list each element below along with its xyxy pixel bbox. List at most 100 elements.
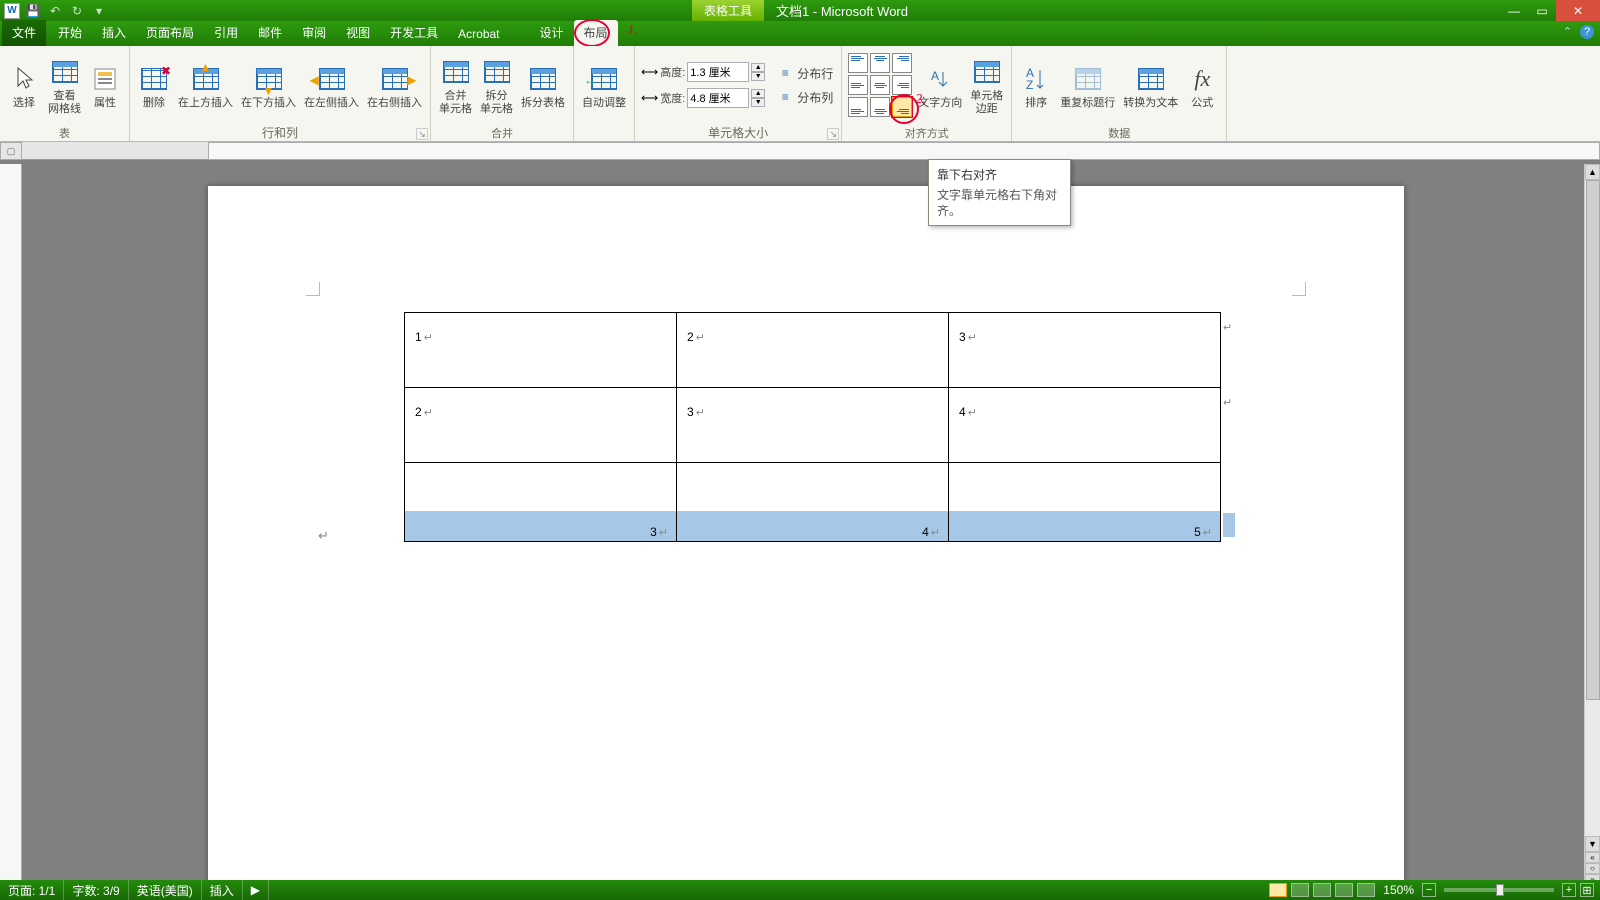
height-input[interactable] [687, 62, 749, 82]
collapse-ribbon-icon[interactable]: ⌃ [1563, 25, 1572, 39]
convert-to-text-button[interactable]: 转换为文本 [1119, 59, 1182, 112]
sort-button[interactable]: AZ 排序 [1016, 59, 1056, 112]
close-button[interactable]: ✕ [1556, 0, 1600, 21]
insert-below-button[interactable]: ▼ 在下方插入 [237, 59, 300, 112]
zoom-in-button[interactable]: + [1562, 883, 1576, 897]
contextual-tab-label: 表格工具 [692, 0, 764, 21]
height-label: 高度: [660, 64, 685, 80]
help-icon[interactable]: ? [1580, 25, 1594, 39]
status-bar: 页面: 1/1 字数: 3/9 英语(美国) 插入 ▶ 150% − + ⊞ [0, 880, 1600, 900]
width-input[interactable] [687, 88, 749, 108]
table-cell[interactable]: 3↵ [677, 388, 949, 463]
tab-insert[interactable]: 插入 [92, 20, 136, 46]
insert-left-button[interactable]: ◀ 在左侧插入 [300, 59, 363, 112]
tab-design[interactable]: 设计 [530, 20, 574, 46]
repeat-header-button[interactable]: 重复标题行 [1056, 59, 1119, 112]
table-cell[interactable]: 5↵ [949, 463, 1221, 542]
zoom-fit-button[interactable]: ⊞ [1580, 883, 1594, 897]
group-rows-cols-label: 行和列 [262, 124, 298, 141]
align-top-center[interactable] [870, 53, 890, 73]
status-page[interactable]: 页面: 1/1 [0, 880, 64, 900]
properties-button[interactable]: 属性 [85, 59, 125, 112]
merge-cells-button[interactable]: 合并 单元格 [435, 52, 476, 118]
status-insert-mode[interactable]: 插入 [202, 880, 243, 900]
table-cell[interactable]: 4↵↵ [949, 388, 1221, 463]
undo-icon[interactable]: ↶ [46, 2, 64, 20]
table-cell[interactable]: 2↵ [405, 388, 677, 463]
ruler-corner[interactable]: ▢ [0, 142, 22, 160]
align-bottom-left[interactable] [848, 97, 868, 117]
distribute-rows-button[interactable]: ≡分布行 [775, 62, 835, 84]
align-top-right[interactable] [892, 53, 912, 73]
minimize-button[interactable]: — [1500, 0, 1528, 21]
cell-size-launcher[interactable]: ↘ [827, 128, 839, 140]
select-button[interactable]: 选择 [4, 59, 44, 112]
document-table[interactable]: 1↵ 2↵ 3↵↵ 2↵ 3↵ 4↵↵ 3↵ 4↵ 5↵ [404, 312, 1221, 542]
align-middle-center[interactable] [870, 75, 890, 95]
align-middle-right[interactable] [892, 75, 912, 95]
tab-page-layout[interactable]: 页面布局 [136, 20, 204, 46]
status-macro-icon[interactable]: ▶ [243, 880, 269, 900]
scroll-up-icon[interactable]: ▲ [1585, 164, 1600, 180]
prev-page-icon[interactable]: « [1585, 852, 1600, 863]
save-icon[interactable]: 💾 [24, 2, 42, 20]
view-gridlines-button[interactable]: 查看 网格线 [44, 52, 85, 118]
qat-more-icon[interactable]: ▾ [90, 2, 108, 20]
table-cell[interactable]: 3↵ [405, 463, 677, 542]
insert-right-button[interactable]: ▶ 在右侧插入 [363, 59, 426, 112]
zoom-slider-knob[interactable] [1496, 884, 1504, 896]
align-middle-left[interactable] [848, 75, 868, 95]
scroll-down-icon[interactable]: ▼ [1585, 836, 1600, 852]
tab-acrobat[interactable]: Acrobat [448, 23, 509, 46]
tab-mailings[interactable]: 邮件 [248, 20, 292, 46]
quick-access-toolbar: W 💾 ↶ ↻ ▾ [0, 2, 108, 20]
zoom-slider[interactable] [1444, 888, 1554, 892]
vertical-scrollbar[interactable]: ▲ ▼ « ○ » [1584, 164, 1600, 880]
height-spinner[interactable]: ▲▼ [751, 63, 765, 81]
view-outline-icon[interactable] [1335, 883, 1353, 897]
view-web-layout-icon[interactable] [1313, 883, 1331, 897]
width-spinner[interactable]: ▲▼ [751, 89, 765, 107]
table-row[interactable]: 1↵ 2↵ 3↵↵ [405, 313, 1221, 388]
restore-button[interactable]: ▭ [1528, 0, 1556, 21]
delete-button[interactable]: ✖ 删除 [134, 59, 174, 112]
browse-object-icon[interactable]: ○ [1585, 863, 1600, 874]
tab-file[interactable]: 文件 [2, 20, 46, 46]
insert-above-button[interactable]: ▲ 在上方插入 [174, 59, 237, 112]
align-bottom-right[interactable] [892, 97, 912, 117]
word-app-icon[interactable]: W [4, 3, 20, 19]
autofit-button[interactable]: ↔ 自动调整 [578, 59, 630, 112]
horizontal-ruler[interactable] [22, 142, 1600, 160]
split-cells-button[interactable]: 拆分 单元格 [476, 52, 517, 118]
table-cell[interactable]: 2↵ [677, 313, 949, 388]
split-table-button[interactable]: 拆分表格 [517, 59, 569, 112]
align-top-left[interactable] [848, 53, 868, 73]
view-print-layout-icon[interactable] [1269, 883, 1287, 897]
status-language[interactable]: 英语(美国) [129, 880, 202, 900]
table-row-selected[interactable]: 3↵ 4↵ 5↵ [405, 463, 1221, 542]
view-draft-icon[interactable] [1357, 883, 1375, 897]
vertical-ruler[interactable] [0, 164, 22, 880]
distribute-cols-button[interactable]: ≡分布列 [775, 86, 835, 108]
document-area[interactable]: 1↵ 2↵ 3↵↵ 2↵ 3↵ 4↵↵ 3↵ 4↵ 5↵ ↵ [22, 164, 1584, 880]
tab-layout[interactable]: 布局 1. [574, 20, 618, 46]
scroll-thumb[interactable] [1586, 180, 1600, 700]
zoom-out-button[interactable]: − [1422, 883, 1436, 897]
tab-view[interactable]: 视图 [336, 20, 380, 46]
table-cell[interactable]: 4↵ [677, 463, 949, 542]
tab-references[interactable]: 引用 [204, 20, 248, 46]
redo-icon[interactable]: ↻ [68, 2, 86, 20]
table-row[interactable]: 2↵ 3↵ 4↵↵ [405, 388, 1221, 463]
table-cell[interactable]: 1↵ [405, 313, 677, 388]
rows-cols-launcher[interactable]: ↘ [416, 128, 428, 140]
align-bottom-center[interactable] [870, 97, 890, 117]
status-words[interactable]: 字数: 3/9 [64, 880, 128, 900]
table-cell[interactable]: 3↵↵ [949, 313, 1221, 388]
view-full-screen-icon[interactable] [1291, 883, 1309, 897]
tab-home[interactable]: 开始 [48, 20, 92, 46]
zoom-level[interactable]: 150% [1383, 883, 1414, 897]
formula-button[interactable]: fx 公式 [1182, 59, 1222, 112]
tab-developer[interactable]: 开发工具 [380, 20, 448, 46]
cell-margins-button[interactable]: 单元格 边距 [966, 52, 1007, 118]
tab-review[interactable]: 审阅 [292, 20, 336, 46]
